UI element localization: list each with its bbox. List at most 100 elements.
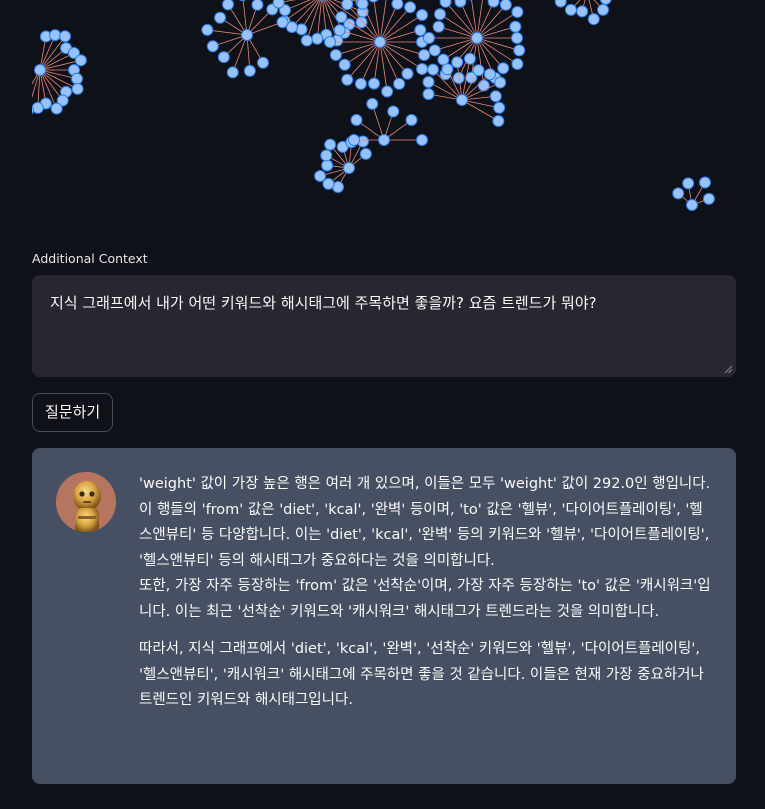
graph-node[interactable] [511,57,524,70]
graph-node[interactable] [354,77,367,90]
graph-node[interactable] [499,0,512,11]
graph-node[interactable] [493,101,506,114]
graph-node[interactable] [355,16,368,29]
graph-node[interactable] [237,0,248,2]
graph-node[interactable] [329,48,342,61]
graph-hub-node[interactable] [317,0,328,1]
graph-node[interactable] [276,16,289,29]
graph-node[interactable] [387,105,400,118]
graph-node[interactable] [356,0,369,10]
graph-node[interactable] [348,134,360,146]
graph-node[interactable] [428,44,441,57]
graph-node[interactable] [206,40,219,53]
graph-hub-node[interactable] [471,32,483,44]
ask-button[interactable]: 질문하기 [32,393,114,432]
graph-node[interactable] [393,77,406,90]
graph-node[interactable] [71,82,84,95]
graph-node[interactable] [335,11,348,24]
knowledge-graph[interactable] [32,0,736,225]
knowledge-graph-canvas[interactable] [32,0,736,225]
graph-node[interactable] [439,0,452,8]
graph-node[interactable] [74,54,87,67]
graph-node[interactable] [368,0,379,3]
graph-node[interactable] [214,11,227,24]
graph-node[interactable] [321,159,334,172]
graph-node[interactable] [217,51,230,64]
graph-node[interactable] [418,48,431,61]
graph-node[interactable] [272,0,285,9]
graph-hub-node[interactable] [374,36,386,48]
graph-node[interactable] [391,0,404,10]
graph-node[interactable] [423,32,435,44]
graph-node[interactable] [513,44,526,57]
graph-node[interactable] [587,13,600,26]
graph-node[interactable] [70,72,83,85]
graph-node[interactable] [597,3,610,16]
graph-node[interactable] [359,147,372,160]
graph-node[interactable] [433,8,446,21]
graph-node[interactable] [49,29,62,42]
graph-node[interactable] [381,85,394,98]
graph-node[interactable] [477,79,490,92]
graph-node[interactable] [324,36,336,48]
graph-node[interactable] [366,97,379,110]
graph-node[interactable] [441,63,454,76]
graph-hub-node[interactable] [456,94,468,106]
graph-node[interactable] [487,0,500,8]
graph-node[interactable] [599,0,612,5]
graph-node[interactable] [427,63,440,76]
resize-grip-icon[interactable] [724,365,732,373]
graph-node[interactable] [314,170,327,183]
graph-hub-node[interactable] [686,199,698,211]
graph-node[interactable] [243,64,256,77]
graph-node[interactable] [511,32,523,44]
graph-hub-node[interactable] [241,29,253,41]
graph-hub-node[interactable] [343,162,355,174]
graph-node[interactable] [494,76,507,89]
graph-node[interactable] [472,64,485,77]
graph-node[interactable] [554,0,567,8]
graph-node[interactable] [405,114,418,127]
graph-node[interactable] [422,76,435,89]
graph-node[interactable] [324,138,337,151]
graph-node[interactable] [311,32,324,45]
graph-node[interactable] [201,23,214,36]
graph-node[interactable] [320,149,333,162]
graph-node[interactable] [432,20,445,33]
graph-hub-node[interactable] [378,134,390,146]
context-textarea[interactable]: 지식 그래프에서 내가 어떤 키워드와 해시태그에 주목하면 좋을까? 요즘 트… [32,275,736,377]
graph-node[interactable] [222,0,235,11]
graph-node[interactable] [257,56,269,69]
graph-node[interactable] [416,63,429,76]
graph-node[interactable] [511,6,524,19]
graph-node[interactable] [422,88,435,101]
graph-node[interactable] [451,56,464,69]
graph-node[interactable] [32,101,44,114]
graph-node[interactable] [483,68,496,81]
graph-node[interactable] [492,115,505,127]
graph-node[interactable] [341,73,354,86]
graph-node[interactable] [564,3,577,16]
graph-node[interactable] [576,5,589,18]
graph-node[interactable] [404,1,417,14]
graph-hub-node[interactable] [34,64,46,76]
graph-node[interactable] [489,90,502,103]
graph-node[interactable] [300,34,313,47]
graph-node[interactable] [59,30,72,43]
graph-node[interactable] [682,177,695,190]
graph-node[interactable] [50,102,63,115]
graph-node[interactable] [401,67,414,80]
graph-node[interactable] [454,0,467,8]
graph-node[interactable] [251,0,264,11]
graph-node[interactable] [368,77,381,90]
graph-node[interactable] [338,58,351,71]
graph-node[interactable] [509,20,522,33]
graph-node[interactable] [702,192,715,205]
graph-node[interactable] [414,24,427,37]
graph-node[interactable] [497,62,510,75]
graph-node[interactable] [672,187,685,200]
graph-node[interactable] [416,8,429,21]
graph-node[interactable] [463,52,476,65]
graph-node[interactable] [699,176,711,189]
graph-node[interactable] [341,0,354,11]
